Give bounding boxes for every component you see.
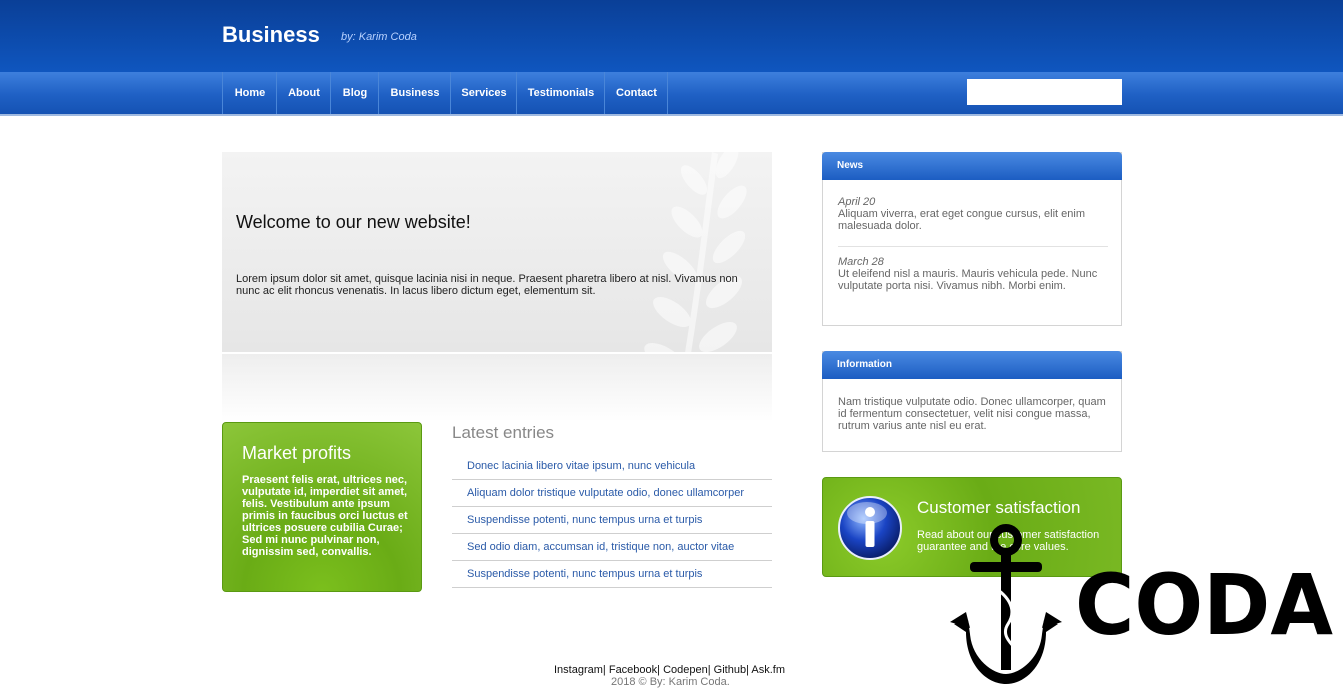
footer-links: Instagram| Facebook| Codepen| Github| As… (554, 664, 786, 676)
entry-link[interactable]: Sed odio diam, accumsan id, tristique no… (452, 534, 772, 561)
market-title: Market profits (242, 443, 352, 463)
coda-logo: CODA (1075, 568, 1333, 640)
nav-blog[interactable]: Blog (330, 72, 379, 114)
nav-about[interactable]: About (276, 72, 331, 114)
footer-link-facebook[interactable]: Facebook (609, 664, 657, 676)
anchor-icon (950, 524, 1062, 684)
information-text: Nam tristique vulputate odio. Donec ulla… (838, 396, 1106, 432)
main-nav: Home About Blog Business Services Testim… (0, 72, 1343, 116)
news-divider (838, 246, 1108, 247)
footer-link-instagram[interactable]: Instagram (554, 664, 603, 676)
nav-divider (667, 72, 668, 114)
hero-title: Welcome to our new website! (236, 212, 471, 232)
information-heading: Information (822, 351, 1122, 379)
entry-link[interactable]: Suspendisse potenti, nunc tempus urna et… (452, 561, 772, 588)
customer-title: Customer satisfaction (917, 498, 1081, 517)
news-date: April 20 (838, 196, 876, 208)
hero-reflection (222, 354, 772, 422)
search-input[interactable] (967, 79, 1122, 105)
entry-link[interactable]: Aliquam dolor tristique vulputate odio, … (452, 480, 772, 507)
laurel-icon (644, 152, 747, 352)
footer-link-codepen[interactable]: Codepen (663, 664, 708, 676)
hero-text: Lorem ipsum dolor sit amet, quisque laci… (236, 273, 738, 297)
news-item: April 20 Aliquam viverra, erat eget cong… (838, 196, 1108, 232)
news-box: News April 20 Aliquam viverra, erat eget… (822, 152, 1122, 326)
market-profits-box: Market profits Praesent felis erat, ultr… (222, 422, 422, 592)
nav-home[interactable]: Home (222, 72, 277, 114)
entry-link[interactable]: Donec lacinia libero vitae ipsum, nunc v… (452, 453, 772, 480)
site-byline: by: Karim Coda (341, 31, 417, 43)
site-header: Business by: Karim Coda (0, 0, 1343, 72)
footer-link-github[interactable]: Github (714, 664, 746, 676)
footer-copyright: 2018 © By: Karim Coda. (611, 676, 730, 688)
site-title[interactable]: Business (222, 22, 320, 48)
nav-business[interactable]: Business (378, 72, 451, 114)
information-box: Information Nam tristique vulputate odio… (822, 351, 1122, 452)
nav-contact[interactable]: Contact (604, 72, 668, 114)
news-heading: News (822, 152, 1122, 180)
news-text: Ut eleifend nisl a mauris. Mauris vehicu… (838, 268, 1098, 292)
news-date: March 28 (838, 256, 884, 268)
nav-testimonials[interactable]: Testimonials (516, 72, 605, 114)
news-text: Aliquam viverra, erat eget congue cursus… (838, 208, 1086, 232)
market-text: Praesent felis erat, ultrices nec, vulpu… (242, 474, 408, 558)
coda-logo-text: CODA (1075, 568, 1333, 640)
nav-services[interactable]: Services (450, 72, 517, 114)
info-icon (838, 496, 902, 560)
footer-link-askfm[interactable]: Ask.fm (751, 664, 785, 676)
entry-link[interactable]: Suspendisse potenti, nunc tempus urna et… (452, 507, 772, 534)
news-item: March 28 Ut eleifend nisl a mauris. Maur… (838, 256, 1108, 292)
hero-banner: Welcome to our new website! Lorem ipsum … (222, 152, 772, 352)
latest-entries-title: Latest entries (452, 423, 555, 442)
